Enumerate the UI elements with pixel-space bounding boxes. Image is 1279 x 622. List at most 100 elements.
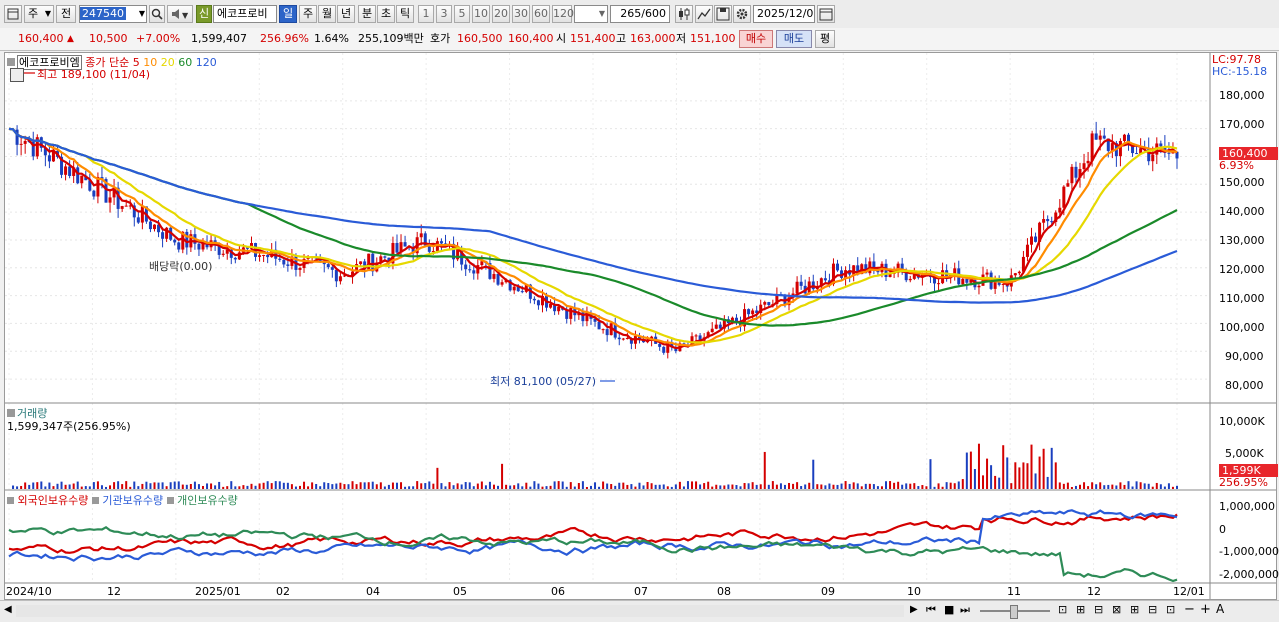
first-icon[interactable]: ⏮	[926, 603, 936, 617]
scroll-right-icon[interactable]: ▶	[910, 604, 918, 615]
panel-handle-icon[interactable]	[166, 497, 174, 504]
interval-button[interactable]: 20	[492, 5, 510, 23]
candle-body	[298, 268, 302, 270]
bid-value: 160,400	[508, 32, 554, 45]
volume-bar	[20, 485, 23, 489]
candle-body	[403, 242, 407, 247]
save-icon[interactable]	[714, 5, 732, 23]
volume-bar	[569, 482, 572, 489]
layout-icon[interactable]: ⊟	[1094, 603, 1103, 616]
panel-handle-icon[interactable]	[91, 497, 99, 504]
tab-tick[interactable]: 틱	[396, 5, 414, 23]
candle-body	[1086, 160, 1090, 164]
interval-button[interactable]: 1	[418, 5, 434, 23]
grid-icon[interactable]	[10, 68, 24, 82]
interval-button[interactable]: 10	[472, 5, 490, 23]
date-field[interactable]: 2025/12/01	[753, 5, 815, 23]
code-input[interactable]: 247540 ▼	[79, 5, 147, 23]
scroll-left-icon[interactable]: ◀	[4, 604, 12, 615]
volume-bar	[137, 486, 140, 489]
speaker-icon[interactable]: ▼	[167, 5, 193, 23]
period-select[interactable]: 주 ▼	[24, 5, 54, 23]
interval-input[interactable]: ▼	[574, 5, 608, 23]
buy-button[interactable]: 매수	[739, 30, 773, 48]
tab-day[interactable]: 일	[279, 5, 297, 23]
volume-bar	[844, 481, 847, 489]
volume-bar	[658, 484, 661, 489]
bottom-scrollbar[interactable]: ◀ ▶ ⏮ ■ ⏭ ⊡ ⊞ ⊟ ⊠ ⊞ ⊟ ⊡ − + A	[0, 600, 1279, 622]
count-field[interactable]: 265/600	[610, 5, 670, 23]
stop-icon[interactable]: ■	[944, 603, 954, 616]
panel-handle-icon[interactable]	[7, 409, 15, 417]
chevron-down-icon[interactable]: ▼	[139, 6, 145, 22]
volume-bar	[1074, 485, 1077, 489]
hc-label: HC:-15.18	[1212, 65, 1268, 78]
calendar-icon[interactable]	[817, 5, 835, 23]
new-badge[interactable]: 신	[196, 5, 212, 23]
last-icon[interactable]: ⏭	[960, 603, 970, 617]
layout-icon[interactable]: ⊠	[1112, 603, 1121, 616]
volume-bar	[1127, 481, 1130, 489]
chevron-down-icon: ▼	[598, 9, 605, 18]
x-tick: 10	[907, 585, 921, 598]
tab-month[interactable]: 월	[318, 5, 336, 23]
layout-icon[interactable]: ⊡	[1058, 603, 1067, 616]
avg-button[interactable]: 평	[815, 30, 835, 48]
low-annotation: 최저 81,100 (05/27)	[490, 375, 597, 388]
volume-bar	[60, 481, 63, 489]
minus-icon[interactable]: −	[1184, 602, 1195, 617]
volume-bar	[1022, 462, 1025, 489]
volume-bar	[719, 485, 722, 489]
volume-bar	[561, 481, 564, 489]
zoom-slider-handle[interactable]	[1010, 605, 1018, 619]
chart-tool-icon[interactable]	[695, 5, 713, 23]
volume-bar	[1026, 463, 1029, 489]
scroll-track[interactable]	[16, 605, 904, 617]
prev-button[interactable]: 전	[56, 5, 76, 23]
tab-second[interactable]: 초	[377, 5, 395, 23]
volume-bar	[856, 483, 859, 489]
magnify-icon[interactable]	[149, 5, 165, 23]
volume-bar	[282, 482, 285, 489]
plus-icon[interactable]: +	[1200, 602, 1211, 617]
candle-body	[419, 233, 423, 238]
x-tick: 04	[366, 585, 380, 598]
quote-bar: 160,400 ▲ 10,500 +7.00% 1,599,407 256.96…	[0, 28, 1279, 51]
volume-bar	[763, 451, 766, 489]
interval-button[interactable]: 120	[552, 5, 574, 23]
interval-button[interactable]: 5	[454, 5, 470, 23]
layout-icon[interactable]: ⊟	[1148, 603, 1157, 616]
layout-icon[interactable]: ⊡	[1166, 603, 1175, 616]
layout-icon[interactable]: ⊞	[1130, 603, 1139, 616]
x-tick: 12/01	[1173, 585, 1205, 598]
tab-year[interactable]: 년	[337, 5, 355, 23]
volume-bar	[339, 482, 342, 489]
volume-bar	[335, 483, 338, 489]
volume-bar	[1066, 482, 1069, 489]
price-chart[interactable]	[5, 53, 1276, 599]
candle-body	[185, 231, 189, 248]
window-icon[interactable]	[4, 5, 22, 23]
tab-week[interactable]: 주	[299, 5, 317, 23]
layout-icon[interactable]: ⊞	[1076, 603, 1085, 616]
chart-area[interactable]: 에코프로비엠 종가 단순 5 10 20 60 120 최고 189,100 (…	[4, 52, 1279, 600]
candle-icon[interactable]	[675, 5, 693, 23]
sell-button[interactable]: 매도	[776, 30, 812, 48]
interval-button[interactable]: 3	[436, 5, 452, 23]
panel-handle-icon[interactable]	[7, 58, 15, 66]
volume-bar	[484, 485, 487, 489]
volume-bar	[48, 482, 51, 489]
volume-bar	[674, 484, 677, 489]
tab-minute[interactable]: 분	[358, 5, 376, 23]
candle-body	[278, 258, 282, 260]
volume-bar	[157, 482, 160, 489]
gear-icon[interactable]	[733, 5, 751, 23]
font-icon[interactable]: A	[1216, 602, 1224, 616]
volume-bar	[395, 482, 398, 489]
stock-name-field[interactable]: 에코프로비	[213, 5, 277, 23]
interval-button[interactable]: 60	[532, 5, 550, 23]
volume-bar	[307, 486, 310, 489]
volume-bar	[424, 483, 427, 489]
interval-button[interactable]: 30	[512, 5, 530, 23]
panel-handle-icon[interactable]	[7, 497, 14, 504]
